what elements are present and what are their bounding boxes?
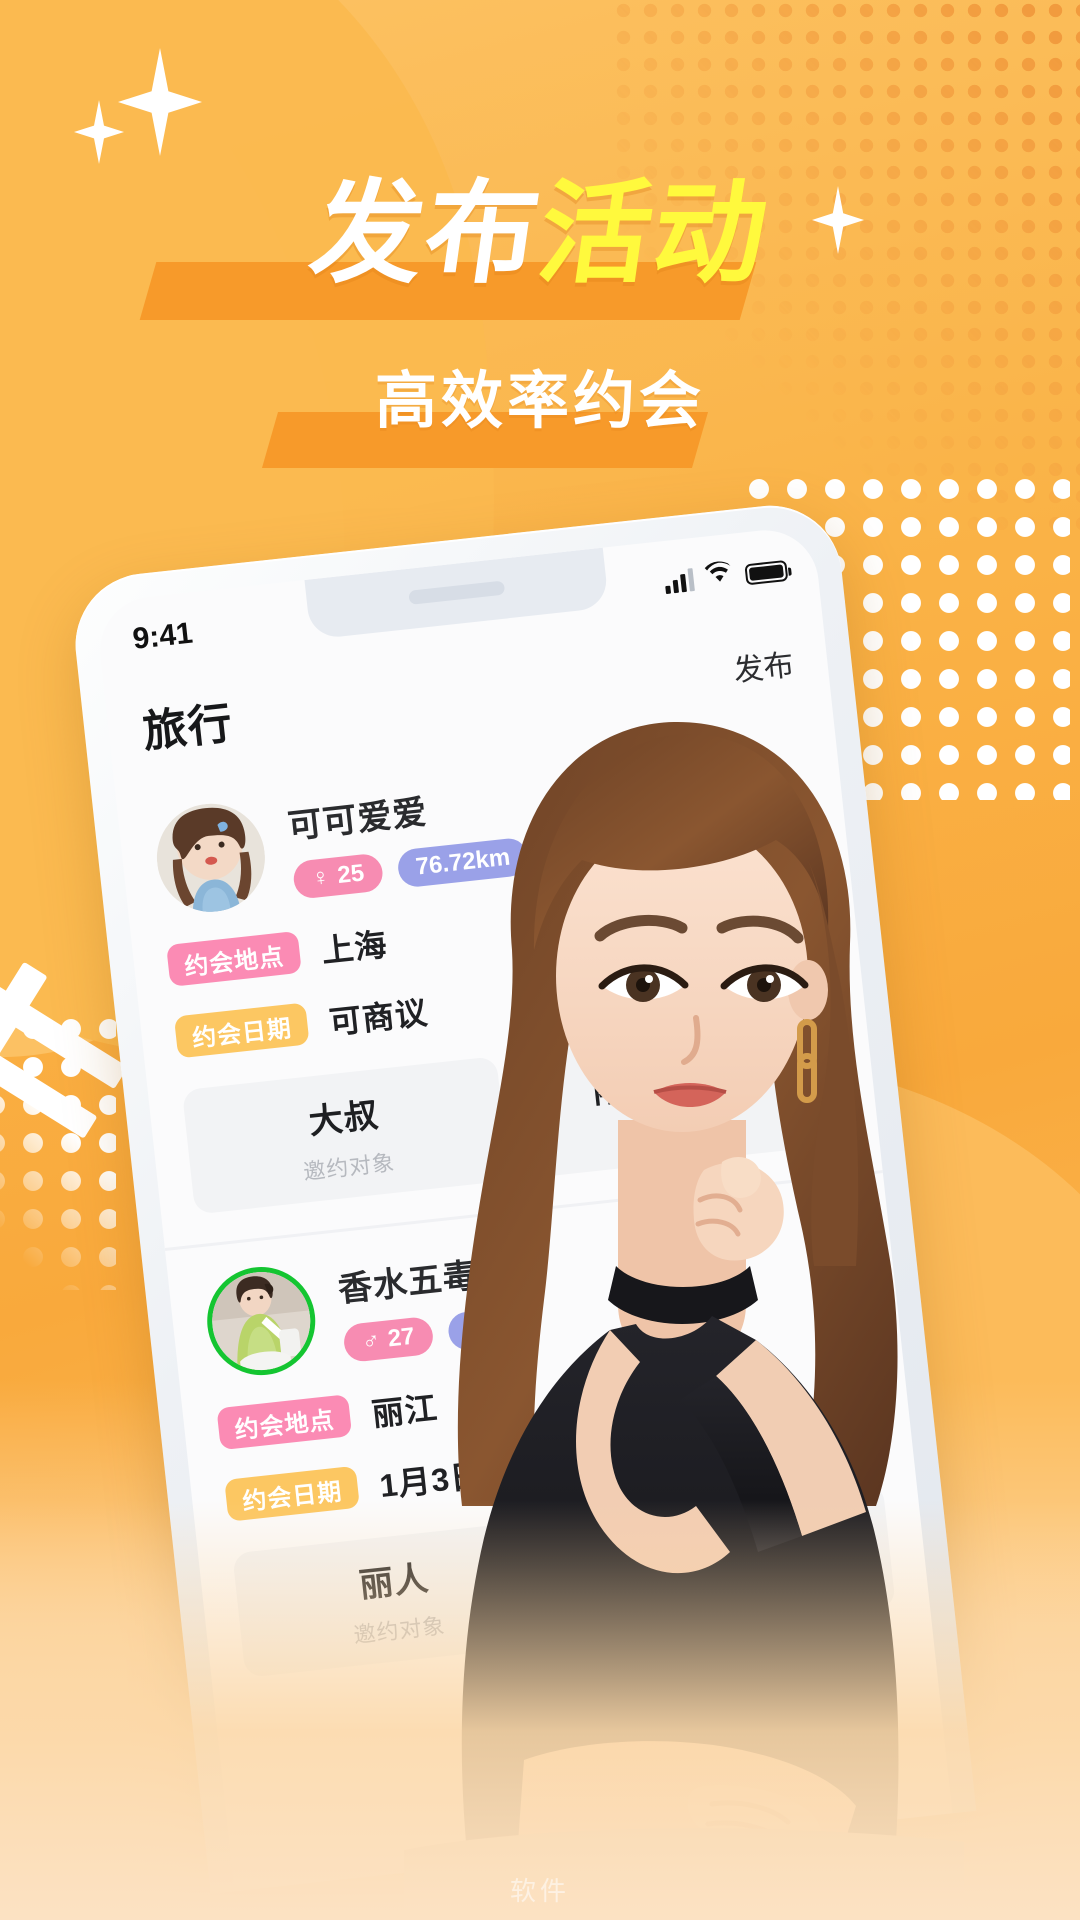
location-value: 丽江 [370,1389,440,1433]
headline-part-white: 发布 [302,169,550,299]
user-meta: 可可爱爱 ♀ 25 76.72km [285,774,530,900]
age-value: 25 [336,858,366,889]
user-meta: 香水五毒 ♂ 27 杭州 [335,1242,534,1363]
avatar-image [151,798,271,918]
location-tag: 约会地点 [166,930,302,987]
activity-type-button[interactable]: 陪我看电影 活动类型 [517,1019,846,1179]
invite-target-button[interactable]: 大叔 邀约对象 [181,1056,510,1215]
headline-part-yellow: 活动 [530,169,778,299]
date-value: 可商议 [327,994,430,1041]
date-tag: 约会日期 [173,1002,310,1059]
bottom-fade-overlay [0,1500,1080,1920]
wifi-icon [704,560,735,590]
avatar[interactable] [201,1261,321,1381]
signal-bars-icon [664,567,695,595]
publish-button[interactable]: 发布 [731,640,795,690]
gender-age-badge: ♀ 25 [291,851,385,900]
poster-headline: 发布活动 [0,169,1080,299]
location-value: 上海 [319,926,390,970]
status-time: 9:41 [131,616,195,656]
avatar[interactable] [151,798,271,918]
poster-subheadline: 高效率约会 [374,364,705,437]
user-name: 香水五毒 [336,1256,480,1309]
status-icons [663,554,789,595]
location-tag: 约会地点 [216,1394,353,1451]
list-item[interactable]: 可可爱爱 ♀ 25 76.72km 约会地点 上海 约会日期 可商议 大叔 邀约… [115,710,883,1248]
age-value: 27 [386,1322,416,1352]
user-badges: ♀ 25 76.72km [291,836,530,900]
avatar-image [207,1267,316,1376]
distance-badge: 76.72km [395,836,530,889]
male-symbol-icon: ♂ [360,1325,382,1355]
date-value: 1月3日~1月30日 [377,1441,626,1505]
female-symbol-icon: ♀ [310,862,332,892]
city-badge: 杭州 [446,1304,534,1352]
user-name: 可可爱爱 [285,792,430,846]
footer-note: 软件 [509,1876,570,1906]
page-title: 旅行 [140,698,236,758]
battery-icon [744,559,789,586]
gender-age-badge: ♂ 27 [342,1315,435,1363]
user-badges: ♂ 27 杭州 [342,1304,534,1363]
